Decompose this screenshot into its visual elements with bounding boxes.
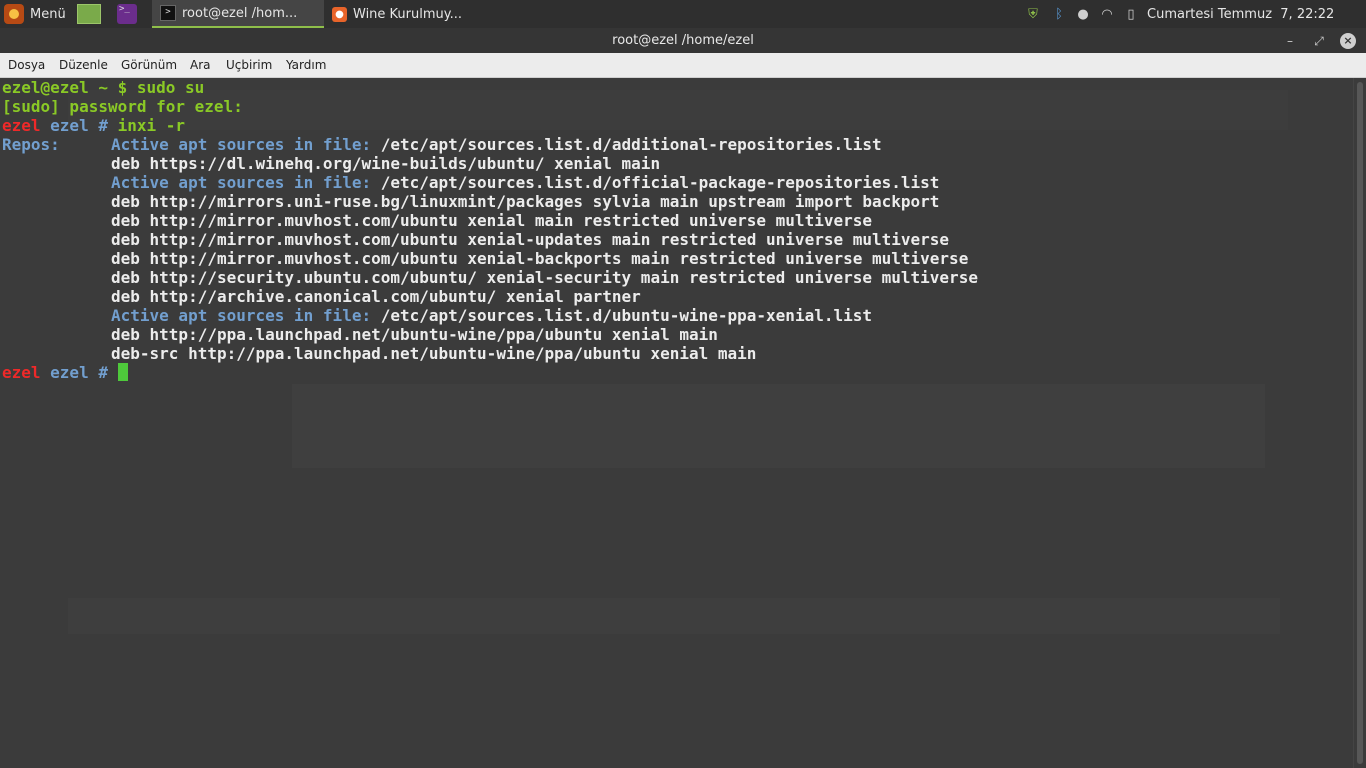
terminal-line: ezel ezel # inxi -r	[2, 116, 185, 135]
sources-file: /etc/apt/sources.list.d/official-package…	[371, 173, 940, 192]
tray-shield[interactable]: ⛨	[1025, 0, 1041, 28]
prompt-host: ezel #	[40, 116, 108, 135]
terminal-area[interactable]: ezel@ezel ~ $ sudo su [sudo] password fo…	[0, 78, 1353, 768]
clock-label: Cumartesi Temmuz 7, 22:22	[1147, 6, 1335, 22]
task-label: root@ezel /hom...	[182, 5, 298, 21]
terminal-launcher[interactable]: >_	[117, 0, 137, 28]
battery-icon: ▯	[1127, 6, 1135, 22]
command: sudo su	[127, 78, 205, 97]
terminal-line: Active apt sources in file: /etc/apt/sou…	[111, 135, 882, 154]
menubar: Dosya Düzenle Görünüm Ara Uçbirim Yardım	[0, 53, 1366, 78]
mint-menu-icon	[4, 4, 24, 24]
menu-dosya[interactable]: Dosya	[8, 58, 45, 72]
prompt: ezel@ezel ~ $	[2, 78, 128, 97]
bluetooth-icon: ᛒ	[1055, 6, 1063, 22]
sources-file: /etc/apt/sources.list.d/additional-repos…	[371, 135, 882, 154]
terminal-line: ezel@ezel ~ $ sudo su	[2, 78, 204, 97]
sources-file: /etc/apt/sources.list.d/ubuntu-wine-ppa-…	[371, 306, 872, 325]
sources-label: Active apt sources in file:	[111, 306, 372, 325]
window-title: root@ezel /home/ezel	[612, 33, 754, 48]
background-window-shape	[68, 598, 1280, 634]
terminal-line: deb http://mirror.muvhost.com/ubuntu xen…	[111, 211, 872, 230]
terminal-line: deb http://archive.canonical.com/ubuntu/…	[111, 287, 641, 306]
menu-ara[interactable]: Ara	[190, 58, 211, 72]
terminal-line: deb http://security.ubuntu.com/ubuntu/ x…	[111, 268, 978, 287]
prompt-user: ezel	[2, 116, 41, 135]
text-cursor	[117, 363, 128, 381]
taskbar-item-firefox[interactable]: ● Wine Kurulmuy...	[324, 0, 494, 28]
shield-icon: ⛨	[1028, 6, 1038, 22]
sources-label: Active apt sources in file:	[111, 173, 372, 192]
menu-label: Menü	[30, 6, 66, 22]
terminal-scrollbar[interactable]	[1353, 78, 1366, 768]
minimize-button[interactable]: –	[1281, 32, 1299, 50]
sources-label: Active apt sources in file:	[111, 135, 372, 154]
task-label: Wine Kurulmuy...	[353, 6, 463, 22]
terminal-line: Active apt sources in file: /etc/apt/sou…	[111, 173, 939, 192]
terminal-line: ezel ezel #	[2, 363, 128, 382]
repos-label: Repos:	[2, 135, 60, 154]
terminal-launcher-icon: >_	[117, 4, 137, 24]
terminal-line: deb-src http://ppa.launchpad.net/ubuntu-…	[111, 344, 757, 363]
terminal-line: [sudo] password for ezel:	[2, 97, 243, 116]
menu-gorunum[interactable]: Görünüm	[121, 58, 177, 72]
terminal-line: deb http://mirrors.uni-ruse.bg/linuxmint…	[111, 192, 940, 211]
menu-button[interactable]: Menü	[4, 0, 66, 28]
scrollbar-thumb[interactable]	[1357, 82, 1363, 764]
command: inxi -r	[107, 116, 186, 135]
user-icon: ●	[1077, 6, 1089, 22]
firefox-icon: ●	[332, 6, 347, 22]
terminal-line: deb https://dl.winehq.org/wine-builds/ub…	[111, 154, 661, 173]
terminal-line: deb http://ppa.launchpad.net/ubuntu-wine…	[111, 325, 718, 344]
terminal-line: deb http://mirror.muvhost.com/ubuntu xen…	[111, 230, 950, 249]
terminal-line: deb http://mirror.muvhost.com/ubuntu xen…	[111, 249, 969, 268]
background-window-shape	[292, 384, 1265, 468]
tray-user[interactable]: ●	[1075, 0, 1091, 28]
terminal-line: Active apt sources in file: /etc/apt/sou…	[111, 306, 872, 325]
files-launcher[interactable]	[77, 0, 101, 28]
window-titlebar[interactable]: root@ezel /home/ezel – ⤢ ×	[0, 28, 1366, 53]
background-window-shape	[68, 90, 1288, 130]
menu-ucbirim[interactable]: Uçbirim	[226, 58, 272, 72]
taskbar-item-terminal[interactable]: > root@ezel /hom...	[152, 0, 324, 28]
close-button[interactable]: ×	[1340, 33, 1356, 49]
tray-bluetooth[interactable]: ᛒ	[1051, 0, 1067, 28]
prompt-user: ezel	[2, 363, 41, 382]
top-panel: Menü >_ > root@ezel /hom... ● Wine Kurul…	[0, 0, 1366, 28]
clock[interactable]: Cumartesi Temmuz 7, 22:22	[1147, 0, 1334, 28]
menu-duzenle[interactable]: Düzenle	[59, 58, 108, 72]
tray-network[interactable]: ◠	[1099, 0, 1115, 28]
prompt-host: ezel #	[40, 363, 108, 382]
files-icon	[77, 4, 101, 24]
maximize-button[interactable]: ⤢	[1310, 32, 1328, 50]
tray-battery[interactable]: ▯	[1123, 0, 1139, 28]
menu-yardim[interactable]: Yardım	[286, 58, 326, 72]
terminal-icon: >	[160, 5, 176, 21]
wifi-icon: ◠	[1101, 6, 1113, 22]
